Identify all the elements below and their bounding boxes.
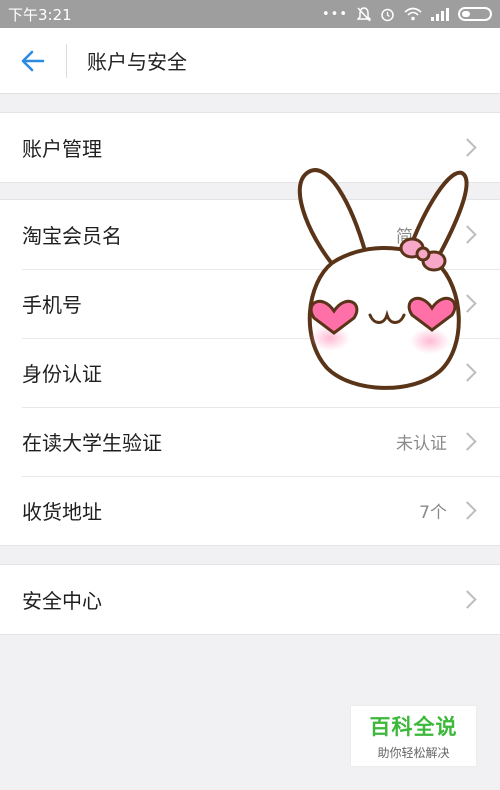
page-title: 账户与安全 bbox=[87, 50, 187, 74]
signal-icon bbox=[431, 7, 449, 21]
back-button[interactable] bbox=[0, 28, 66, 94]
chevron-right-icon bbox=[458, 432, 477, 451]
more-dots: ••• bbox=[321, 6, 348, 22]
watermark-title: 百科全说 bbox=[369, 715, 458, 739]
status-bar: 下午3:21 ••• bbox=[0, 0, 500, 28]
chevron-right-icon bbox=[458, 138, 477, 157]
row-label: 账户管理 bbox=[22, 137, 102, 161]
mute-icon bbox=[357, 6, 371, 22]
security-group: 安全中心 bbox=[0, 564, 500, 635]
row-label: 收货地址 bbox=[22, 500, 102, 524]
status-icons: ••• bbox=[322, 7, 492, 22]
header-divider bbox=[66, 43, 67, 78]
row-value: 7个 bbox=[419, 503, 447, 523]
watermark-badge: 百科全说 助你轻松解决 bbox=[350, 705, 477, 767]
alarm-icon bbox=[381, 8, 394, 21]
row-label: 在读大学生验证 bbox=[22, 431, 162, 455]
watermark-subtitle: 助你轻松解决 bbox=[377, 746, 450, 760]
row-label: 安全中心 bbox=[22, 589, 102, 613]
row-address[interactable]: 收货地址 7个 bbox=[0, 476, 500, 545]
back-arrow-icon bbox=[21, 50, 45, 71]
row-value: 未认证 bbox=[396, 434, 447, 454]
wifi-icon bbox=[404, 7, 422, 21]
row-security-center[interactable]: 安全中心 bbox=[0, 565, 500, 634]
bunny-sticker bbox=[297, 168, 469, 390]
chevron-right-icon bbox=[458, 501, 477, 520]
battery-icon bbox=[458, 7, 492, 21]
chevron-right-icon bbox=[458, 590, 477, 609]
row-student-verify[interactable]: 在读大学生验证 未认证 bbox=[0, 407, 500, 476]
status-time: 下午3:21 bbox=[8, 5, 72, 24]
nav-header: 账户与安全 bbox=[0, 28, 500, 94]
